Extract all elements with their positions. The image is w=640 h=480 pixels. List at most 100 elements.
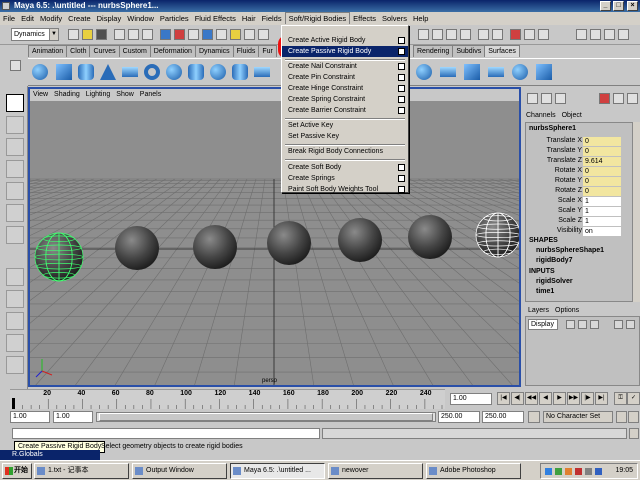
maya-app-icon[interactable] <box>2 2 10 10</box>
mask-rendering-icon[interactable] <box>244 29 255 40</box>
menu-soft-rigid-bodies[interactable]: Soft/Rigid Bodies <box>284 12 351 24</box>
viewport-menu-show[interactable]: Show <box>113 89 137 101</box>
menu-create[interactable]: Create <box>65 12 94 25</box>
channel-row[interactable]: Translate X0 <box>526 136 632 146</box>
select-component-icon[interactable] <box>142 29 153 40</box>
start-button[interactable]: 开始 <box>2 463 32 479</box>
menu-item-paint-soft-body-weights-tool[interactable]: Paint Soft Body Weights Tool <box>282 184 408 195</box>
menu-window[interactable]: Window <box>124 12 157 25</box>
step-forward-key-icon[interactable]: ▶▶ <box>567 392 580 405</box>
viewport-menu-panels[interactable]: Panels <box>137 89 164 101</box>
menu-item-create-active-rigid-body[interactable]: Create Active Rigid Body <box>282 35 408 46</box>
channel-value-field[interactable]: 0 <box>583 167 621 176</box>
menu-item-break-rigid-body-connections[interactable]: Break Rigid Body Connections <box>282 146 408 157</box>
new-layer-icon[interactable] <box>614 320 623 329</box>
channel-value-field[interactable]: 0 <box>583 147 621 156</box>
menu-fluid-effects[interactable]: Fluid Effects <box>192 12 239 25</box>
menu-item-create-springs[interactable]: Create Springs <box>282 173 408 184</box>
input-item[interactable]: time1 <box>536 288 554 295</box>
loft-icon[interactable] <box>188 64 204 80</box>
nurbs-cube-icon[interactable] <box>56 64 72 80</box>
both-panels-toggle-icon[interactable] <box>555 93 566 104</box>
channel-view-icon[interactable] <box>613 93 624 104</box>
snap-view-icon[interactable] <box>460 29 471 40</box>
lasso-tool-icon[interactable] <box>6 116 24 134</box>
nurbs-sphere[interactable] <box>193 225 237 269</box>
viewport-canvas[interactable] <box>30 101 519 387</box>
layer-menu-options[interactable]: Options <box>552 307 582 314</box>
channel-value-field[interactable]: on <box>583 227 621 236</box>
option-box-icon[interactable] <box>398 48 405 55</box>
shelf-tab-fur[interactable]: Fur <box>258 45 277 57</box>
shelf-tab-custom[interactable]: Custom <box>118 45 151 57</box>
select-tool-icon[interactable] <box>6 94 24 112</box>
snap-curve-icon[interactable] <box>432 29 443 40</box>
menu-file[interactable]: File <box>0 12 18 25</box>
channel-row[interactable]: Rotate Z0 <box>526 186 632 196</box>
shelf-tab-deformation[interactable]: Deformation <box>149 45 196 57</box>
mask-misc-icon[interactable] <box>258 29 269 40</box>
channel-box-scrollbar[interactable] <box>632 122 640 302</box>
channel-value-field[interactable]: 1 <box>583 197 621 206</box>
step-back-key-icon[interactable]: ◀◀ <box>525 392 538 405</box>
select-hierarchy-icon[interactable] <box>114 29 125 40</box>
option-box-icon[interactable] <box>398 63 405 70</box>
move-tool-icon[interactable] <box>6 138 24 156</box>
menu-help[interactable]: Help <box>410 12 431 25</box>
snap-point-icon[interactable] <box>446 29 457 40</box>
play-forward-icon[interactable]: ▶ <box>553 392 566 405</box>
layer-menu-layers[interactable]: Layers <box>525 307 552 314</box>
nurbs-sphere[interactable] <box>115 226 159 270</box>
menu-item-create-passive-rigid-body[interactable]: Create Passive Rigid Body <box>282 46 408 57</box>
boundary-icon[interactable] <box>440 67 456 77</box>
shelf-tab-dynamics[interactable]: Dynamics <box>194 45 234 57</box>
layer-icon[interactable] <box>590 320 599 329</box>
auto-key-icon[interactable]: ⚿ <box>614 392 627 405</box>
nurbs-sphere[interactable] <box>408 215 452 259</box>
time-slider[interactable]: 20 40 60 80 100 120 140 160 180 200 220 240 <box>10 389 445 410</box>
channel-menu-object[interactable]: Object <box>559 112 585 119</box>
viewport-menu-shading[interactable]: Shading <box>51 89 83 101</box>
perspective-viewport[interactable]: View Shading Lighting Show Panels persp <box>28 87 521 387</box>
layer-icon[interactable] <box>566 320 575 329</box>
task-notepad[interactable]: 1.txt - 记事本 <box>34 463 129 479</box>
range-end-field[interactable]: 250.00 <box>438 411 480 423</box>
channel-value-field[interactable]: 0 <box>583 187 621 196</box>
option-box-icon[interactable] <box>398 85 405 92</box>
mask-curves-icon[interactable] <box>188 29 199 40</box>
layer-type-select[interactable]: Display <box>528 319 558 330</box>
channel-row[interactable]: Rotate X0 <box>526 166 632 176</box>
step-back-frame-icon[interactable]: ◀| <box>511 392 524 405</box>
persp-outliner-layout-icon[interactable] <box>6 312 24 330</box>
start-time-field[interactable]: 1.00 <box>10 411 50 423</box>
untrim-icon[interactable] <box>536 64 552 80</box>
revolve-icon[interactable] <box>210 64 226 80</box>
mask-handles-icon[interactable] <box>160 29 171 40</box>
show-tool-settings-icon[interactable] <box>590 29 601 40</box>
mask-dynamics-icon[interactable] <box>230 29 241 40</box>
save-scene-icon[interactable] <box>96 29 107 40</box>
fillet-icon[interactable] <box>416 64 432 80</box>
render-icon[interactable] <box>510 29 521 40</box>
nurbs-sphere[interactable] <box>338 218 382 262</box>
menu-item-create-hinge-constraint[interactable]: Create Hinge Constraint <box>282 83 408 94</box>
shelf-tab-subdivs[interactable]: Subdivs <box>452 45 486 57</box>
minimize-button[interactable]: _ <box>600 1 611 11</box>
channel-value-field[interactable]: 9.614 <box>583 157 621 166</box>
bevel-icon[interactable] <box>488 67 504 77</box>
antivirus-icon[interactable] <box>575 468 582 475</box>
ime-icon[interactable] <box>555 468 562 475</box>
menu-edit[interactable]: Edit <box>18 12 37 25</box>
open-scene-icon[interactable] <box>82 29 93 40</box>
viewport-menu-view[interactable]: View <box>30 89 51 101</box>
tray-app-icon[interactable] <box>585 468 592 475</box>
maximize-button[interactable]: □ <box>613 1 624 11</box>
square-icon[interactable] <box>464 64 480 80</box>
nurbs-cone-icon[interactable] <box>100 64 116 80</box>
menu-item-set-passive-key[interactable]: Set Passive Key <box>282 131 408 142</box>
channel-menu-channels[interactable]: Channels <box>523 112 559 119</box>
snap-grid-icon[interactable] <box>418 29 429 40</box>
shelf-tab-animation[interactable]: Animation <box>28 45 68 57</box>
last-tool-icon[interactable] <box>6 226 24 244</box>
channel-value-field[interactable]: 0 <box>583 177 621 186</box>
